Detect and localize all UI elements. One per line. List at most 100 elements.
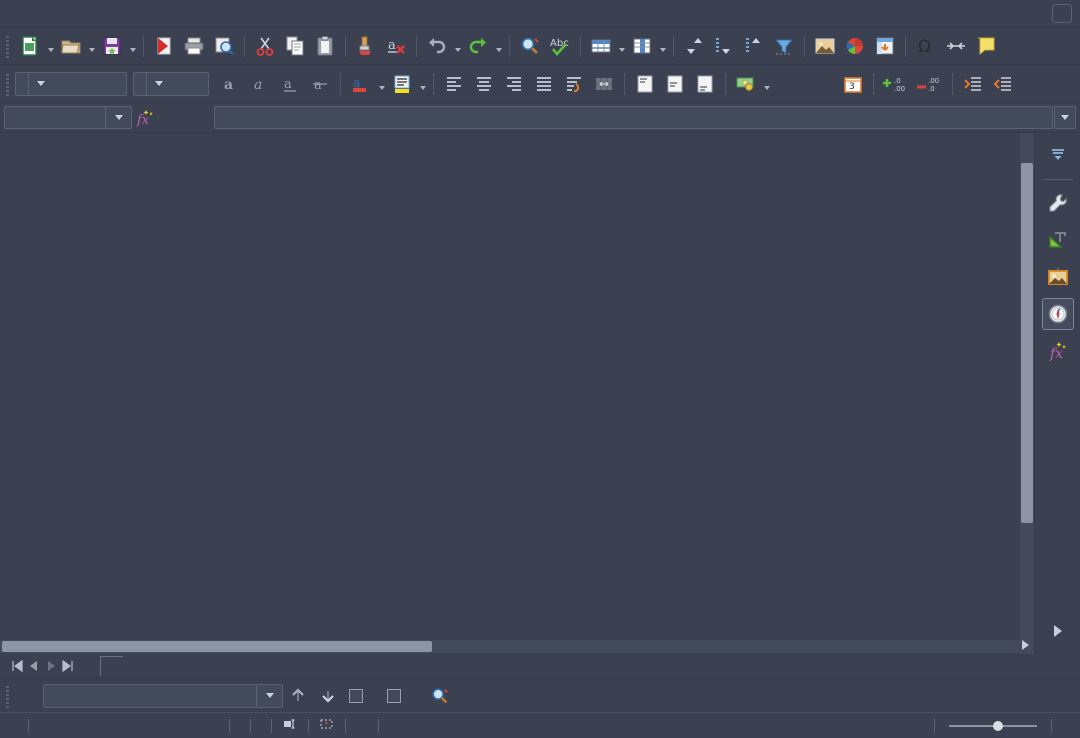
clone-formatting-icon[interactable] (351, 31, 381, 61)
toolbar-grip[interactable] (5, 33, 12, 58)
currency-format-dropdown-icon[interactable] (761, 69, 772, 99)
open-document-icon[interactable] (56, 31, 86, 61)
align-right-icon[interactable] (499, 69, 529, 99)
align-top-icon[interactable] (630, 69, 660, 99)
gallery-icon[interactable] (1042, 261, 1074, 293)
menu-item-vorlagen[interactable] (114, 10, 134, 16)
find-previous-icon[interactable] (283, 682, 313, 710)
horizontal-scroll-thumb[interactable] (2, 640, 432, 652)
undo-icon[interactable] (422, 31, 452, 61)
clear-formatting-icon[interactable]: a (381, 31, 411, 61)
menu-item-tabelle[interactable] (134, 10, 154, 16)
formatted-display-checkbox[interactable] (349, 688, 363, 703)
first-sheet-icon[interactable] (8, 656, 25, 676)
pivot-table-icon[interactable] (870, 31, 900, 61)
input-line[interactable] (214, 106, 1053, 129)
sheet-tab-rb3[interactable] (123, 656, 147, 676)
last-sheet-icon[interactable] (59, 656, 76, 676)
add-sheet-button[interactable] (76, 656, 100, 676)
number-format-icon[interactable] (802, 69, 838, 99)
column-dropdown-icon[interactable] (657, 31, 668, 61)
show-hide-sidebar-icon[interactable] (1022, 640, 1029, 650)
insert-chart-icon[interactable] (840, 31, 870, 61)
redo-dropdown-icon[interactable] (493, 31, 504, 61)
font-size-combo[interactable] (133, 71, 209, 96)
menu-item-datei[interactable] (14, 10, 34, 16)
date-format-icon[interactable]: 3 (838, 69, 868, 99)
vertical-scroll-thumb[interactable] (1021, 163, 1033, 523)
find-next-icon[interactable] (313, 682, 343, 710)
cut-icon[interactable] (250, 31, 280, 61)
align-justified-icon[interactable] (529, 69, 559, 99)
menu-item-einfuegen[interactable] (74, 10, 94, 16)
insert-mode-status[interactable] (272, 718, 308, 733)
wrap-text-icon[interactable] (559, 69, 589, 99)
zoom-slider-knob[interactable] (993, 720, 1003, 731)
merge-cells-icon[interactable] (589, 69, 619, 99)
vertical-scrollbar[interactable] (1020, 133, 1034, 654)
font-color-icon[interactable]: a (346, 69, 376, 99)
save-document-dropdown-icon[interactable] (127, 31, 138, 61)
findbar-grip[interactable] (5, 683, 12, 708)
search-history-dropdown-icon[interactable] (256, 684, 282, 707)
print-icon[interactable] (179, 31, 209, 61)
highlight-color-icon[interactable] (387, 69, 417, 99)
styles-icon[interactable] (1042, 224, 1074, 256)
copy-icon[interactable] (280, 31, 310, 61)
next-sheet-icon[interactable] (42, 656, 59, 676)
underline-icon[interactable]: a (275, 69, 305, 99)
insert-image-icon[interactable] (810, 31, 840, 61)
sort-ascending-icon[interactable] (739, 31, 769, 61)
properties-icon[interactable] (1042, 187, 1074, 219)
font-color-dropdown-icon[interactable] (376, 69, 387, 99)
highlight-color-dropdown-icon[interactable] (417, 69, 428, 99)
menu-item-format[interactable] (94, 10, 114, 16)
font-name-dropdown-icon[interactable] (28, 72, 52, 95)
find-replace-icon[interactable] (515, 31, 545, 61)
bold-icon[interactable]: a (215, 69, 245, 99)
menu-item-fenster[interactable] (194, 10, 214, 16)
add-decimal-icon[interactable]: .0.00 (879, 69, 913, 99)
search-input-wrap[interactable] (43, 683, 283, 708)
strikethrough-icon[interactable]: a (305, 69, 335, 99)
match-case-checkbox[interactable] (387, 688, 401, 703)
zoom-slider[interactable] (935, 720, 1051, 731)
font-size-dropdown-icon[interactable] (146, 72, 170, 95)
new-document-icon[interactable] (15, 31, 45, 61)
row-icon[interactable] (586, 31, 616, 61)
selection-mode-status[interactable]: * (309, 718, 345, 733)
formula-icon[interactable] (184, 105, 210, 131)
expand-formula-bar-icon[interactable] (1054, 106, 1076, 129)
column-icon[interactable] (627, 31, 657, 61)
undo-dropdown-icon[interactable] (452, 31, 463, 61)
previous-sheet-icon[interactable] (25, 656, 42, 676)
print-preview-icon[interactable] (209, 31, 239, 61)
special-character-icon[interactable]: Ω (911, 31, 941, 61)
sheet-tab-rb1-kurz[interactable] (100, 656, 124, 676)
search-input[interactable] (44, 684, 256, 707)
close-icon[interactable] (1052, 4, 1072, 23)
align-left-icon[interactable] (439, 69, 469, 99)
find-and-replace-icon[interactable] (425, 682, 455, 710)
menu-item-extras[interactable] (174, 10, 194, 16)
align-bottom-icon[interactable] (690, 69, 720, 99)
redo-icon[interactable] (463, 31, 493, 61)
export-pdf-icon[interactable] (149, 31, 179, 61)
increase-indent-icon[interactable] (958, 69, 988, 99)
menu-item-bearbeiten[interactable] (34, 10, 54, 16)
sum-icon[interactable] (158, 105, 184, 131)
horizontal-scrollbar[interactable] (0, 639, 1020, 653)
open-document-dropdown-icon[interactable] (86, 31, 97, 61)
align-middle-icon[interactable] (660, 69, 690, 99)
autofilter-icon[interactable] (769, 31, 799, 61)
findbar-overflow-button[interactable] (1054, 681, 1080, 711)
insert-comment-icon[interactable] (971, 31, 1001, 61)
new-document-dropdown-icon[interactable] (45, 31, 56, 61)
align-center-icon[interactable] (469, 69, 499, 99)
decrease-indent-icon[interactable] (988, 69, 1018, 99)
row-dropdown-icon[interactable] (616, 31, 627, 61)
formatbar-overflow-button[interactable] (1018, 69, 1044, 99)
toolbar-overflow-button[interactable] (1001, 31, 1027, 61)
zoom-slider-track[interactable] (949, 720, 1037, 731)
functions-icon[interactable]: fx (1042, 335, 1074, 367)
